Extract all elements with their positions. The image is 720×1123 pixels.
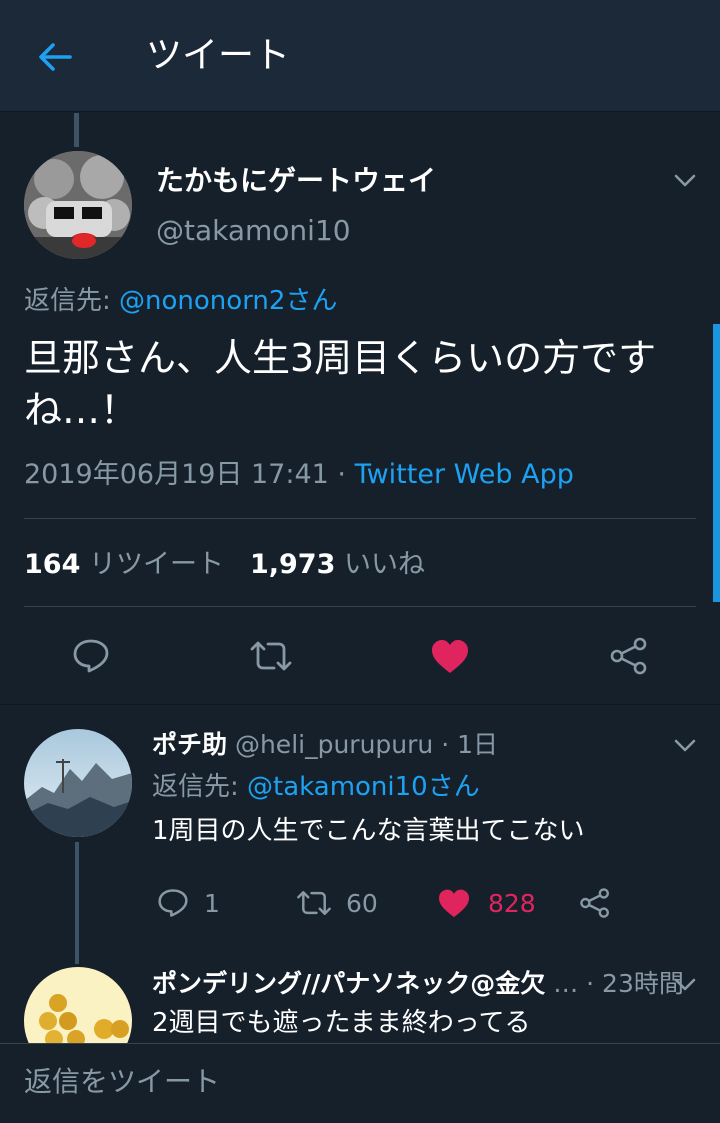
reply-to-line: 返信先: @takamoni10さん bbox=[152, 769, 480, 805]
arrow-left-icon bbox=[39, 43, 72, 71]
thread-connector bbox=[74, 113, 79, 147]
reply-to-prefix: 返信先: bbox=[152, 772, 248, 802]
reply-text: 1周目の人生でこんな言葉出てこない bbox=[152, 816, 585, 846]
tweet-stats: 164 リツイート 1,973 いいね bbox=[24, 545, 425, 585]
reply-author-meta: @heli_purupuru · 1日 bbox=[227, 730, 498, 759]
reply-button[interactable] bbox=[70, 636, 112, 676]
like-count: 828 bbox=[488, 889, 536, 918]
heart-icon bbox=[432, 640, 468, 673]
header-bar: ツイート bbox=[0, 0, 720, 112]
reply-author-meta: … · 23時間 bbox=[545, 969, 684, 998]
tweet-menu-button[interactable] bbox=[670, 166, 700, 196]
divider bbox=[24, 518, 696, 519]
reply-count: 1 bbox=[204, 889, 220, 918]
tweet-text: 旦那さん、人生3周目くらいの方です ね…！ bbox=[24, 332, 684, 436]
chevron-down-icon bbox=[674, 174, 696, 187]
retweet-icon bbox=[250, 641, 292, 671]
reply-author-name[interactable]: ポチ助 bbox=[152, 730, 227, 759]
chevron-down-icon bbox=[674, 739, 696, 752]
reply-icon bbox=[73, 639, 109, 673]
retweet-label[interactable]: リツイート bbox=[80, 549, 224, 580]
reply-menu-button[interactable] bbox=[670, 731, 700, 761]
reply-menu-button[interactable] bbox=[670, 970, 700, 1000]
back-button[interactable] bbox=[32, 34, 78, 80]
like-label[interactable]: いいね bbox=[335, 549, 425, 580]
reply-author-name[interactable]: ポンデリング//パナソネック@金欠 bbox=[152, 969, 545, 998]
share-button[interactable] bbox=[578, 886, 612, 920]
reply-button[interactable] bbox=[156, 886, 190, 920]
author-name[interactable]: たかもにゲートウェイ bbox=[156, 162, 436, 200]
tweet-source-link[interactable]: Twitter Web App bbox=[355, 459, 574, 490]
author-handle[interactable]: @takamoni10 bbox=[156, 212, 351, 250]
retweet-icon bbox=[297, 891, 331, 915]
reply-to-link[interactable]: @takamoni10さん bbox=[247, 772, 480, 802]
like-button[interactable] bbox=[428, 636, 472, 676]
reply-icon bbox=[158, 889, 188, 917]
like-count[interactable]: 1,973 bbox=[250, 549, 335, 580]
tweet-text-line: ね…！ bbox=[24, 388, 139, 432]
reply-composer-input[interactable]: 返信をツイート bbox=[24, 1062, 220, 1102]
reply-header: ポンデリング//パナソネック@金欠 … · 23時間 bbox=[152, 966, 684, 1002]
reply-text: 2週目でも遮ったまま終わってる bbox=[152, 1008, 531, 1038]
page-title: ツイート bbox=[146, 35, 291, 76]
divider bbox=[24, 606, 696, 607]
share-icon bbox=[580, 888, 609, 918]
heart-icon bbox=[439, 889, 469, 918]
reply-header: ポチ助 @heli_purupuru · 1日 bbox=[152, 727, 498, 763]
tweet-meta: 2019年06月19日 17:41 · Twitter Web App bbox=[24, 455, 574, 495]
divider bbox=[0, 704, 720, 705]
reply-to-prefix: 返信先: bbox=[24, 286, 120, 316]
reply-avatar[interactable] bbox=[24, 729, 132, 837]
share-icon bbox=[610, 637, 647, 675]
thread-connector bbox=[75, 842, 79, 964]
chevron-down-icon bbox=[674, 978, 696, 991]
retweet-count[interactable]: 164 bbox=[24, 549, 80, 580]
retweet-count: 60 bbox=[346, 889, 378, 918]
share-button[interactable] bbox=[608, 636, 650, 676]
tweet-datetime: 2019年06月19日 17:41 · bbox=[24, 459, 355, 490]
tweet-text-line: 旦那さん、人生3周目くらいの方です bbox=[24, 336, 657, 380]
reply-to-line: 返信先: @nononorn2さん bbox=[24, 282, 337, 320]
retweet-button[interactable] bbox=[248, 636, 294, 676]
reply-composer-bar: 返信をツイート bbox=[0, 1043, 720, 1123]
like-button[interactable] bbox=[436, 886, 472, 920]
retweet-button[interactable] bbox=[294, 886, 334, 920]
author-avatar[interactable] bbox=[24, 151, 132, 259]
scrollbar[interactable] bbox=[713, 324, 720, 602]
reply-to-link[interactable]: @nononorn2さん bbox=[119, 286, 337, 316]
